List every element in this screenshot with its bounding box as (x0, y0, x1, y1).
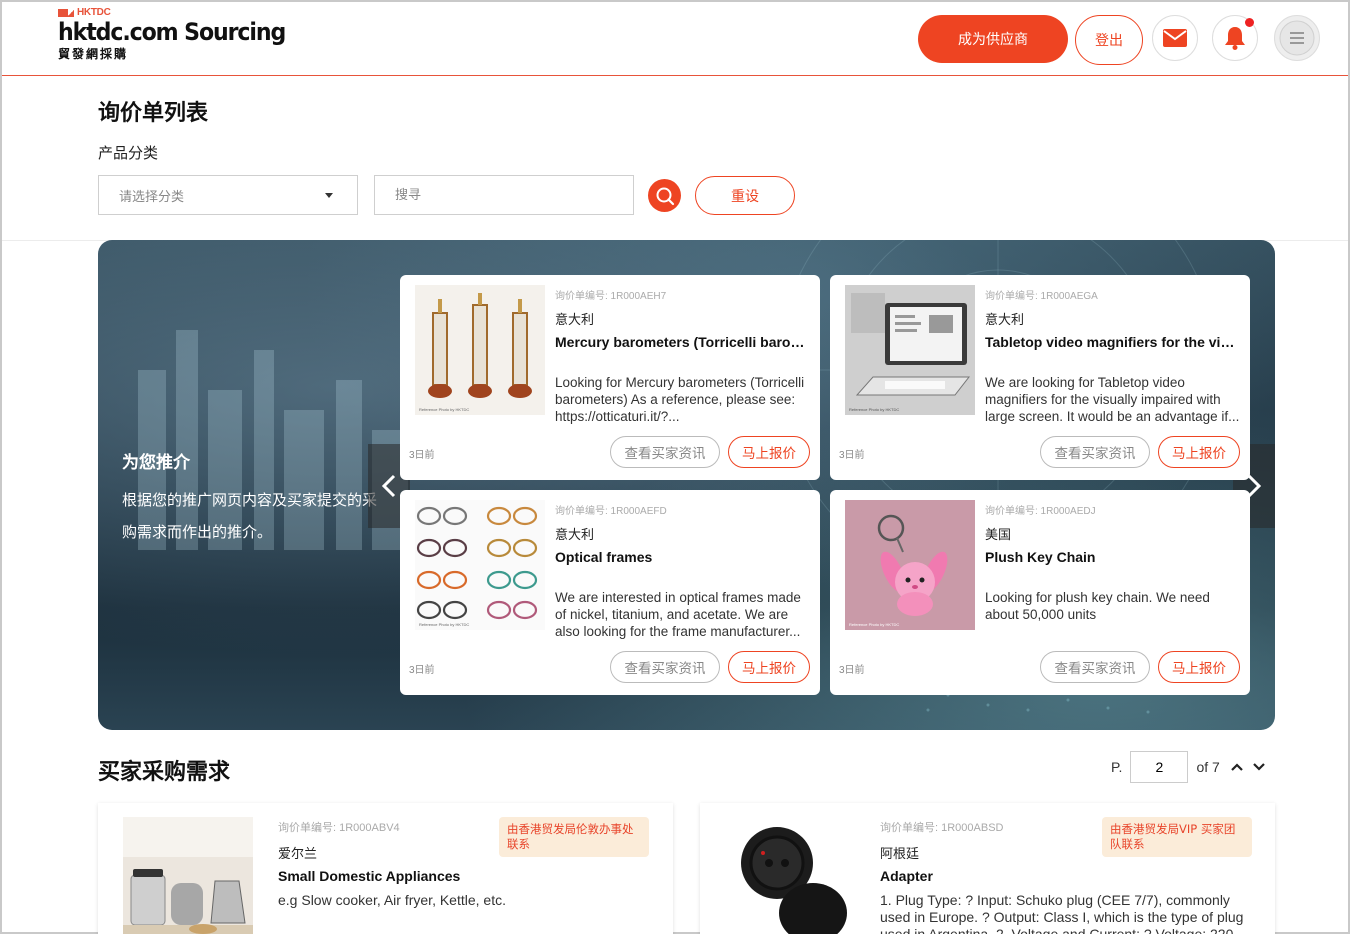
hktdc-flag-icon (58, 8, 74, 17)
view-buyer-info-button[interactable]: 查看买家资讯 (610, 651, 720, 683)
recommendation-card[interactable]: Reference Photo by HKTDC 询价单编号: 1R000AEF… (400, 490, 820, 695)
chevron-left-icon (381, 474, 396, 498)
product-image-appliances (123, 817, 253, 934)
rfq-reference: 询价单编号: 1R000AEGA (985, 291, 1098, 302)
posted-time: 3日前 (409, 665, 435, 676)
next-page-button[interactable] (1252, 762, 1266, 772)
rfq-reference: 询价单编号: 1R000AEDJ (985, 506, 1096, 517)
banner-heading: 为您推介 (122, 453, 190, 473)
rfq-title[interactable]: Tabletop video magnifiers for the visual… (985, 334, 1240, 350)
reset-button[interactable]: 重设 (695, 176, 795, 215)
menu-button[interactable] (1274, 15, 1320, 61)
bell-icon (1225, 27, 1245, 50)
contact-badge: 由香港贸发局VIP 买家团队联系 (1102, 817, 1252, 857)
page-number-input[interactable] (1130, 751, 1189, 783)
buyer-country: 阿根廷 (880, 847, 920, 862)
pager-prefix: P. (1111, 759, 1123, 775)
rfq-description: We are interested in optical frames made… (555, 590, 801, 639)
recommendation-card[interactable]: Reference Photo by HKTDC 询价单编号: 1R000AED… (830, 490, 1250, 695)
site-logo[interactable]: HKTDC hktdc.com Sourcing 貿發網採購 (58, 7, 305, 62)
product-image-plush-keychain: Reference Photo by HKTDC (845, 500, 975, 630)
notifications-button[interactable] (1212, 15, 1258, 61)
posted-time: 3日前 (839, 450, 865, 461)
chevron-up-icon (1231, 763, 1243, 771)
buyer-request-card[interactable]: 询价单编号: 1R000ABV4 爱尔兰 Small Domestic Appl… (98, 803, 673, 934)
rfq-description: 1. Plug Type: ? Input: Schuko plug (CEE … (880, 892, 1246, 934)
quote-now-button[interactable]: 马上报价 (728, 436, 810, 468)
buyer-country: 意大利 (555, 528, 595, 543)
banner-description: 根据您的推广网页内容及买家提交的采购需求而作出的推介。 (122, 491, 378, 541)
buyer-country: 意大利 (555, 313, 595, 328)
quote-now-button[interactable]: 马上报价 (1158, 436, 1240, 468)
quote-now-button[interactable]: 马上报价 (728, 651, 810, 683)
pager-total: of 7 (1196, 759, 1220, 775)
search-input[interactable] (374, 175, 634, 215)
rfq-title[interactable]: Adapter (880, 868, 933, 884)
logout-button[interactable]: 登出 (1075, 15, 1143, 65)
category-label: 产品分类 (98, 144, 159, 162)
search-icon (656, 187, 674, 205)
search-button[interactable] (648, 179, 681, 212)
logo-sub-text: 貿發網採購 (58, 47, 129, 61)
logo-main-text: hktdc.com Sourcing (58, 18, 286, 46)
recommendation-banner: 为您推介 根据您的推广网页内容及买家提交的采购需求而作出的推介。 Referen… (98, 240, 1275, 730)
image-watermark: Reference Photo by HKTDC (849, 622, 899, 627)
chevron-down-icon (1253, 763, 1265, 771)
caret-down-icon (325, 193, 333, 198)
site-header: HKTDC hktdc.com Sourcing 貿發網採購 成为供应商 登出 (2, 2, 1348, 76)
barometer-illustration: Reference Photo by HKTDC (419, 293, 532, 412)
rfq-title[interactable]: Plush Key Chain (985, 549, 1240, 565)
optical-frames-illustration: Reference Photo by HKTDC (416, 506, 538, 627)
logo-brand: HKTDC (58, 7, 305, 18)
messages-button[interactable] (1152, 15, 1198, 61)
logo-brand-text: HKTDC (77, 7, 111, 18)
appliances-illustration (123, 817, 253, 934)
adapter-illustration (741, 827, 847, 934)
mail-icon (1163, 29, 1187, 47)
rfq-reference: 询价单编号: 1R000AEH7 (555, 291, 667, 302)
rfq-description: We are looking for Tabletop video magnif… (985, 375, 1240, 424)
rfq-reference: 询价单编号: 1R000AEFD (555, 506, 667, 517)
pagination: P. of 7 (1111, 751, 1266, 783)
rfq-reference: 询价单编号: 1R000ABV4 (278, 822, 400, 834)
page-title: 询价单列表 (98, 101, 209, 126)
notification-dot (1245, 18, 1254, 27)
rfq-title[interactable]: Mercury barometers (Torricelli barometer… (555, 334, 810, 350)
view-buyer-info-button[interactable]: 查看买家资讯 (1040, 436, 1150, 468)
view-buyer-info-button[interactable]: 查看买家资讯 (610, 436, 720, 468)
quote-now-button[interactable]: 马上报价 (1158, 651, 1240, 683)
plush-keychain-illustration: Reference Photo by HKTDC (845, 500, 975, 630)
view-buyer-info-button[interactable]: 查看买家资讯 (1040, 651, 1150, 683)
become-supplier-button[interactable]: 成为供应商 (918, 15, 1068, 63)
rfq-description: e.g Slow cooker, Air fryer, Kettle, etc. (278, 892, 506, 908)
buyer-country: 美国 (985, 528, 1012, 543)
rfq-title[interactable]: Small Domestic Appliances (278, 868, 460, 884)
buyer-country: 爱尔兰 (278, 847, 318, 862)
product-image-adapter (725, 817, 855, 934)
product-image-video-magnifier: Reference Photo by HKTDC (845, 285, 975, 415)
recommendation-card[interactable]: Reference Photo by HKTDC 询价单编号: 1R000AEG… (830, 275, 1250, 480)
posted-time: 3日前 (839, 665, 865, 676)
product-image-optical-frames: Reference Photo by HKTDC (415, 500, 545, 630)
hamburger-menu-icon (1279, 20, 1315, 56)
rfq-reference: 询价单编号: 1R000ABSD (880, 822, 1004, 834)
image-watermark: Reference Photo by HKTDC (419, 407, 469, 412)
buyer-request-card[interactable]: 询价单编号: 1R000ABSD 阿根廷 Adapter 1. Plug Typ… (700, 803, 1275, 934)
section-title-buyer-requests: 买家采购需求 (98, 760, 231, 785)
rfq-description: Looking for plush key chain. We need abo… (985, 590, 1210, 622)
image-watermark: Reference Photo by HKTDC (419, 622, 469, 627)
rfq-title[interactable]: Optical frames (555, 549, 810, 565)
rfq-description: Looking for Mercury barometers (Torricel… (555, 375, 805, 424)
product-image-barometers: Reference Photo by HKTDC (415, 285, 545, 415)
video-magnifier-illustration: Reference Photo by HKTDC (845, 285, 975, 415)
recommendation-card[interactable]: Reference Photo by HKTDC 询价单编号: 1R000AEH… (400, 275, 820, 480)
image-watermark: Reference Photo by HKTDC (849, 407, 899, 412)
contact-badge: 由香港贸发局伦敦办事处联系 (499, 817, 649, 857)
posted-time: 3日前 (409, 450, 435, 461)
prev-page-button[interactable] (1230, 762, 1244, 772)
buyer-country: 意大利 (985, 313, 1025, 328)
category-select[interactable]: 请选择分类 (98, 175, 358, 215)
category-select-placeholder: 请选择分类 (119, 189, 185, 205)
